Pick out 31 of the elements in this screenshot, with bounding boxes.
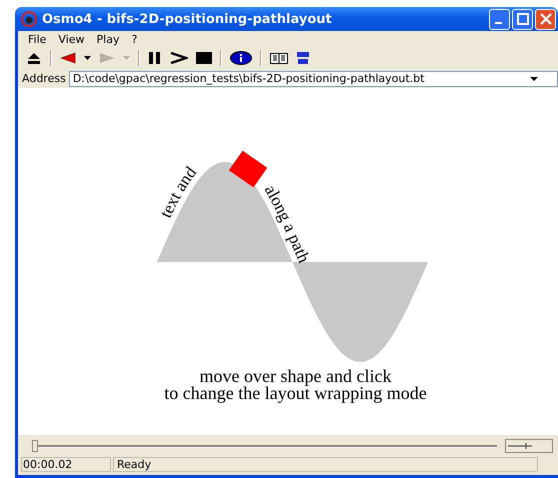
status-message: Ready — [113, 457, 538, 472]
maximize-button[interactable] — [512, 8, 533, 30]
book-icon[interactable] — [270, 52, 288, 64]
slider-icon — [506, 442, 534, 450]
menu-item[interactable]: Play — [92, 32, 128, 46]
menu-item[interactable]: ? — [127, 32, 146, 46]
play-icon[interactable] — [170, 52, 188, 64]
menu-item[interactable]: View — [54, 32, 93, 46]
dropdown-arrow-icon[interactable] — [84, 56, 91, 60]
minimize-icon — [495, 22, 502, 24]
eject-icon[interactable] — [26, 51, 42, 65]
address-field[interactable]: D:\code\gpac\regression_tests\bifs-2D-positioning-pathlayout.bt — [68, 70, 558, 86]
forward-icon — [99, 52, 115, 64]
volume-button[interactable] — [505, 439, 553, 453]
slider-thumb[interactable] — [32, 440, 38, 452]
menu-item[interactable]: File — [24, 32, 54, 46]
status-time: 00:00.02 — [21, 457, 111, 472]
info-icon[interactable] — [230, 51, 252, 65]
dropdown-arrow-icon — [123, 56, 130, 60]
close-icon — [540, 13, 552, 25]
maximize-icon — [516, 13, 528, 25]
back-icon[interactable] — [60, 52, 76, 64]
3d-gl-icon[interactable] — [296, 51, 310, 65]
address-label: Address — [22, 72, 66, 85]
minimize-button[interactable] — [489, 8, 510, 30]
caption-text: to change the layout wrapping mode — [164, 385, 427, 402]
close-button[interactable] — [535, 8, 556, 30]
caption-text: move over shape and click — [200, 368, 392, 385]
window-title: Osmo4 - bifs-2D-positioning-pathlayout — [42, 12, 332, 26]
pause-icon[interactable] — [148, 52, 162, 64]
app-icon — [21, 11, 37, 27]
